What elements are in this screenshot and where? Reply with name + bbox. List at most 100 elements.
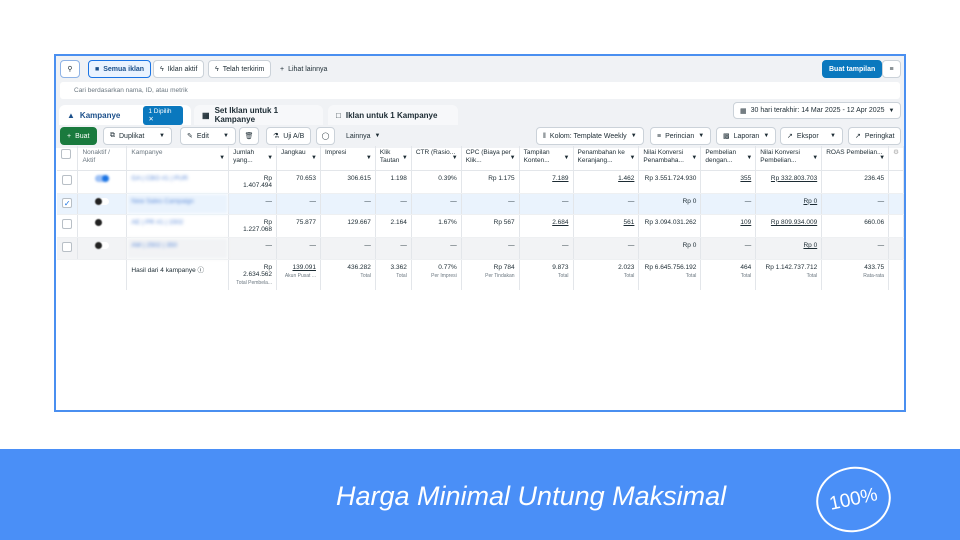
search-button[interactable]: ⚲ xyxy=(60,60,80,78)
grid-icon: ▦ xyxy=(202,110,210,120)
create-view-button[interactable]: Buat tampilan xyxy=(822,60,883,78)
selected-chip[interactable]: 1 Dipilih ✕ xyxy=(143,105,183,125)
col-roas[interactable]: ROAS Pembelian... ▼ xyxy=(821,146,890,171)
table-row[interactable]: ✓ New Sales Campaign — — — — — — — — Rp 0— Rp 0— xyxy=(57,193,904,215)
table-header: Nonaktif / Aktif Kampanye ▼ Jumlah yang..… xyxy=(57,146,904,171)
col-impressions[interactable]: Impresi ▼ xyxy=(320,146,376,171)
campaign-name-link[interactable]: New Sales Campaign xyxy=(126,193,230,215)
row-checkbox[interactable] xyxy=(57,214,79,238)
metric-cell: — xyxy=(411,193,462,215)
summary-cell: 2.023 Total xyxy=(573,259,640,290)
col-purchases[interactable]: Pembelian dengan... ▼ xyxy=(700,146,757,171)
metric-cell: Rp 567 xyxy=(461,214,520,238)
caret-icon: ▼ xyxy=(888,107,895,114)
metric-cell: Rp 0 xyxy=(755,237,823,260)
pencil-icon: ✎ xyxy=(187,133,193,140)
metric-cell: 2.164 xyxy=(375,214,412,238)
summary-label: Hasil dari 4 kampanye xyxy=(131,266,196,274)
campaign-name-link[interactable]: GA | CBO #1 | PUR xyxy=(126,170,230,194)
metric-cell: — xyxy=(228,193,278,215)
active-toggle[interactable] xyxy=(77,214,128,238)
col-atc-value[interactable]: Nilai Konversi Penambaha... ▼ xyxy=(638,146,702,171)
search-input[interactable]: Cari berdasarkan nama, ID, atau metrik xyxy=(60,82,900,99)
metric-cell: Rp 0 xyxy=(638,237,702,260)
select-all-checkbox[interactable] xyxy=(57,146,79,171)
campaigns-table: Nonaktif / Aktif Kampanye ▼ Jumlah yang..… xyxy=(57,146,904,290)
see-more-button[interactable]: + Lihat lainnya xyxy=(280,60,327,78)
active-toggle[interactable] xyxy=(77,237,128,260)
metric-cell: 7.189 xyxy=(519,170,574,194)
table-row[interactable]: AE | PR #1 | 1502 Rp 1.227.068 75.877 129.6… xyxy=(57,214,904,238)
metric-cell: 355 xyxy=(700,170,757,194)
metric-cell: — xyxy=(461,193,520,215)
metric-cell: — xyxy=(519,193,574,215)
col-toggle[interactable]: Nonaktif / Aktif xyxy=(77,146,128,171)
plus-icon: + xyxy=(280,65,285,73)
breakdown-icon: ≡ xyxy=(657,132,662,140)
active-toggle[interactable] xyxy=(77,170,128,194)
metric-cell: 1.198 xyxy=(375,170,412,194)
col-purchase-value[interactable]: Nilai Konversi Pembelian... ▼ xyxy=(755,146,823,171)
ab-test-button[interactable]: ⚗ Uji A/B xyxy=(266,127,312,145)
row-checkbox[interactable] xyxy=(57,237,79,260)
tab-ads[interactable]: □ Iklan untuk 1 Kampanye xyxy=(328,105,458,125)
metric-cell: — xyxy=(519,237,574,260)
create-button[interactable]: + Buat xyxy=(60,127,97,145)
table-row[interactable]: AM | 2502 | 350— — — — — — — — Rp 0— Rp 0— xyxy=(57,237,904,260)
info-icon: ⓘ xyxy=(197,266,205,274)
view-delivered[interactable]: ϟ Telah terkirim xyxy=(208,60,272,78)
export-button[interactable]: ↗ Ekspor ▼ xyxy=(780,127,843,145)
reports-button[interactable]: ▩ Laporan ▼ xyxy=(716,127,777,145)
tag-icon: ◯ xyxy=(321,133,330,140)
bolt-icon: ϟ xyxy=(215,65,219,73)
tab-campaigns[interactable]: ▲ Kampanye 1 Dipilih ✕ xyxy=(59,105,191,125)
sliders-icon: ≡ xyxy=(889,65,894,73)
view-active-ads[interactable]: ϟ Iklan aktif xyxy=(153,60,205,78)
calendar-icon: ▦ xyxy=(740,107,747,115)
edit-button[interactable]: ✎ Edit ▼ xyxy=(180,127,236,145)
breakdown-button[interactable]: ≡ Perincian ▼ xyxy=(650,127,712,145)
metric-cell: — xyxy=(700,237,757,260)
col-campaign[interactable]: Kampanye ▼ xyxy=(126,146,230,171)
col-reach[interactable]: Jangkau ▼ xyxy=(276,146,321,171)
campaign-name-link[interactable]: AM | 2502 | 350 xyxy=(126,237,230,260)
metric-cell: 2.684 xyxy=(519,214,574,238)
bolt-icon: ϟ xyxy=(160,65,164,73)
more-actions-button[interactable]: Lainnya ▼ xyxy=(346,127,380,145)
column-settings-gear-icon[interactable]: ⚙ xyxy=(888,146,904,171)
tag-button[interactable]: ◯ xyxy=(316,127,335,145)
ranking-button[interactable]: ↗ Peringkat xyxy=(848,127,902,145)
columns-button[interactable]: ‖ Kolom: Template Weekly ▼ xyxy=(536,127,644,145)
campaign-name-link[interactable]: AE | PR #1 | 1502 xyxy=(126,214,230,238)
col-cpc[interactable]: CPC (Biaya per Klik... ▼ xyxy=(461,146,520,171)
summary-cell: 3.362 Total xyxy=(375,259,412,290)
metric-cell: — xyxy=(411,237,462,260)
metric-cell: Rp 1.227.068 xyxy=(228,214,278,238)
metric-cell: — xyxy=(700,193,757,215)
col-amount-spent[interactable]: Jumlah yang... ▼ xyxy=(228,146,278,171)
summary-cell: 433.75 Rata-rata xyxy=(821,259,890,290)
table-row[interactable]: GA | CBO #1 | PUR Rp 1.407.494 70.653 306.6… xyxy=(57,170,904,194)
metric-cell: Rp 3.094.031.262 xyxy=(638,214,702,238)
settings-button[interactable]: ≡ xyxy=(882,60,901,78)
delete-button[interactable]: 🗑 xyxy=(239,127,259,145)
row-checkbox[interactable]: ✓ xyxy=(57,193,79,215)
tab-adsets[interactable]: ▦ Set Iklan untuk 1 Kampanye xyxy=(194,105,323,125)
summary-cell: 139.091 Akun Pusat ... xyxy=(276,259,321,290)
metric-cell: — xyxy=(821,237,890,260)
ads-manager-panel: ⚲ ■ Semua iklan ϟ Iklan aktif ϟ Telah terki… xyxy=(54,54,906,412)
metric-cell: Rp 1.407.494 xyxy=(228,170,278,194)
summary-cell: Rp 2.634.562 Total Pembela... xyxy=(228,259,278,290)
date-range-picker[interactable]: ▦ 30 hari terakhir: 14 Mar 2025 - 12 Apr … xyxy=(733,102,902,119)
col-content-views[interactable]: Tampilan Konten... ▼ xyxy=(519,146,574,171)
active-toggle[interactable] xyxy=(77,193,128,215)
duplicate-button[interactable]: ⧉ Duplikat ▼ xyxy=(103,127,172,145)
col-add-to-cart[interactable]: Penambahan ke Keranjang... ▼ xyxy=(573,146,640,171)
metric-cell: 1.67% xyxy=(411,214,462,238)
col-ctr[interactable]: CTR (Rasio... ▼ xyxy=(411,146,462,171)
col-link-clicks[interactable]: Klik Tautan ▼ xyxy=(375,146,412,171)
metric-cell: — xyxy=(821,193,890,215)
view-all-ads[interactable]: ■ Semua iklan xyxy=(88,60,152,78)
row-checkbox[interactable] xyxy=(57,170,79,194)
metric-cell: 660.06 xyxy=(821,214,890,238)
